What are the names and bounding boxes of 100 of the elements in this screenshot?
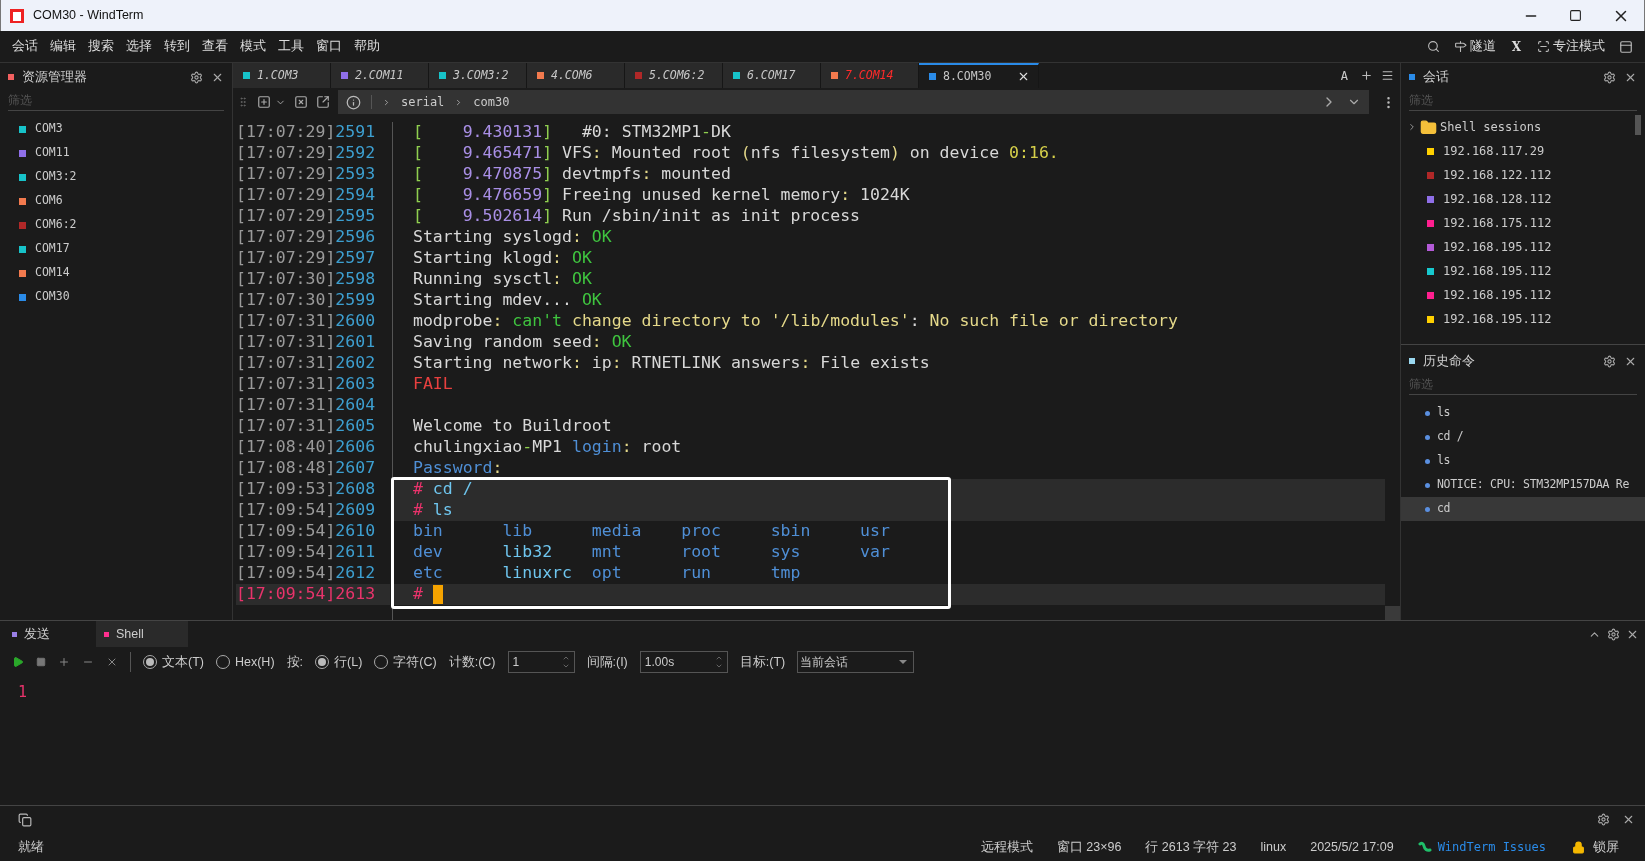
explorer-item[interactable]: COM11: [0, 141, 232, 165]
address-bar[interactable]: serial com30: [338, 90, 1369, 114]
stop-icon[interactable]: [36, 657, 46, 667]
terminal-line: Starting mdev... OK: [412, 290, 603, 311]
issues-link[interactable]: WindTerm Issues: [1437, 838, 1546, 857]
menu-item[interactable]: 查看: [196, 37, 234, 56]
grip-icon[interactable]: [237, 96, 249, 108]
new-session-icon[interactable]: [257, 95, 271, 109]
search-icon[interactable]: [1426, 40, 1440, 53]
session-item[interactable]: 192.168.195.112: [1401, 307, 1645, 331]
line-number: 2602: [335, 352, 376, 375]
signpost-icon[interactable]: [1453, 40, 1467, 53]
terminal-line: [ 9.476659] Freeing unused kernel memory: 1024K: [412, 185, 911, 206]
terminal-line: Starting klogd: OK: [412, 248, 593, 269]
timestamp: [17:07:30]: [236, 289, 336, 312]
target-select[interactable]: 当前会话: [797, 651, 915, 673]
history-item[interactable]: cd /: [1401, 425, 1645, 449]
breadcrumb-item[interactable]: com30: [473, 93, 510, 111]
detach-icon[interactable]: [316, 95, 330, 109]
status-text: 就绪: [18, 838, 44, 856]
add-tab-icon[interactable]: [1360, 69, 1373, 82]
session-tab[interactable]: 8.COM30: [919, 63, 1039, 88]
tunnel-button[interactable]: 隧道: [1469, 37, 1496, 56]
timestamp: [17:07:31]: [236, 415, 336, 438]
session-tab[interactable]: 3.COM3:2: [429, 63, 527, 88]
explorer-item[interactable]: COM3:2: [0, 165, 232, 189]
focus-mode-button[interactable]: 专注模式: [1553, 37, 1605, 56]
lock-button[interactable]: 锁屏: [1593, 837, 1619, 857]
session-item[interactable]: 192.168.195.112: [1401, 283, 1645, 307]
session-tab[interactable]: 2.COM11: [331, 63, 429, 88]
menu-item[interactable]: 编辑: [44, 37, 82, 56]
explorer-item[interactable]: COM6: [0, 189, 232, 213]
settings-icon[interactable]: [1597, 813, 1610, 827]
history-item[interactable]: ls: [1401, 401, 1645, 425]
terminal-line: modprobe: can't change directory to '/lib/modules': No such file or directory: [412, 311, 1179, 332]
terminal-line: Welcome to Buildroot: [412, 416, 613, 437]
session-tab[interactable]: 4.COM6: [527, 63, 625, 88]
menu-item[interactable]: 工具: [272, 37, 310, 56]
tree-folder[interactable]: Shell sessions: [1401, 115, 1645, 139]
decrement-icon[interactable]: [714, 662, 723, 670]
timestamp: [17:07:31]: [236, 331, 336, 354]
session-tab[interactable]: 5.COM6:2: [625, 63, 723, 88]
panel-tab[interactable]: 发送: [4, 621, 96, 647]
menu-item[interactable]: 帮助: [348, 37, 386, 56]
session-tab[interactable]: 7.COM14: [821, 63, 919, 88]
settings-icon[interactable]: [1607, 627, 1620, 641]
history-item[interactable]: cd: [1401, 497, 1645, 521]
session-tab[interactable]: 1.COM3: [233, 63, 331, 88]
menu-item[interactable]: 选择: [120, 37, 158, 56]
settings-icon[interactable]: [1603, 354, 1616, 368]
explorer-item[interactable]: COM30: [0, 285, 232, 309]
explorer-item[interactable]: COM17: [0, 237, 232, 261]
session-item[interactable]: 192.168.195.112: [1401, 235, 1645, 259]
menu-item[interactable]: 转到: [158, 37, 196, 56]
layout-icon[interactable]: [1619, 39, 1633, 54]
timestamp: [17:07:31]: [236, 373, 336, 396]
add-icon[interactable]: [58, 656, 70, 668]
font-button[interactable]: A: [1340, 66, 1348, 85]
info-icon[interactable]: [346, 94, 361, 110]
session-item[interactable]: 192.168.175.112: [1401, 211, 1645, 235]
increment-icon[interactable]: [714, 654, 723, 662]
history-item[interactable]: ls: [1401, 449, 1645, 473]
line-number: 2592: [335, 142, 376, 165]
maximize-icon[interactable]: [1569, 9, 1582, 22]
scrollbar-thumb[interactable]: [1635, 115, 1641, 135]
line-number: 2599: [335, 289, 376, 312]
close-tab-icon[interactable]: [1017, 70, 1030, 83]
settings-icon[interactable]: [190, 70, 203, 84]
increment-icon[interactable]: [561, 654, 570, 662]
settings-icon[interactable]: [1603, 70, 1616, 84]
panel-toggle-icon[interactable]: [18, 812, 32, 827]
history-item[interactable]: NOTICE: CPU: STM32MP157DAA Re: [1401, 473, 1645, 497]
panel-title: 历史命令: [1423, 352, 1475, 371]
panel-tab[interactable]: Shell: [96, 621, 188, 647]
session-item[interactable]: 192.168.122.112: [1401, 163, 1645, 187]
session-item[interactable]: 192.168.117.29: [1401, 139, 1645, 163]
menu-item[interactable]: 搜索: [82, 37, 120, 56]
timestamp: [17:09:54]: [236, 562, 336, 585]
explorer-item[interactable]: COM14: [0, 261, 232, 285]
interval-spinbox[interactable]: 1.00s: [639, 651, 728, 673]
terminal-line: Starting syslogd: OK: [412, 227, 613, 248]
session-item[interactable]: 192.168.195.112: [1401, 259, 1645, 283]
breadcrumb-item[interactable]: serial: [401, 93, 445, 111]
clear-icon[interactable]: [106, 656, 118, 668]
lock-icon[interactable]: [1572, 840, 1585, 854]
x-button[interactable]: X: [1511, 37, 1521, 56]
menu-item[interactable]: 模式: [234, 37, 272, 56]
close-session-icon[interactable]: [294, 95, 308, 109]
play-icon[interactable]: [12, 656, 24, 668]
menu-icon[interactable]: [1381, 69, 1394, 82]
decrement-icon[interactable]: [561, 662, 570, 670]
explorer-item[interactable]: COM3: [0, 117, 232, 141]
session-tab[interactable]: 6.COM17: [723, 63, 821, 88]
focus-icon[interactable]: [1537, 40, 1550, 53]
send-editor[interactable]: 1: [0, 677, 1645, 805]
count-spinbox[interactable]: 1: [507, 651, 575, 673]
session-item[interactable]: 192.168.128.112: [1401, 187, 1645, 211]
menu-item[interactable]: 会话: [6, 37, 44, 56]
explorer-item[interactable]: COM6:2: [0, 213, 232, 237]
menu-item[interactable]: 窗口: [310, 37, 348, 56]
